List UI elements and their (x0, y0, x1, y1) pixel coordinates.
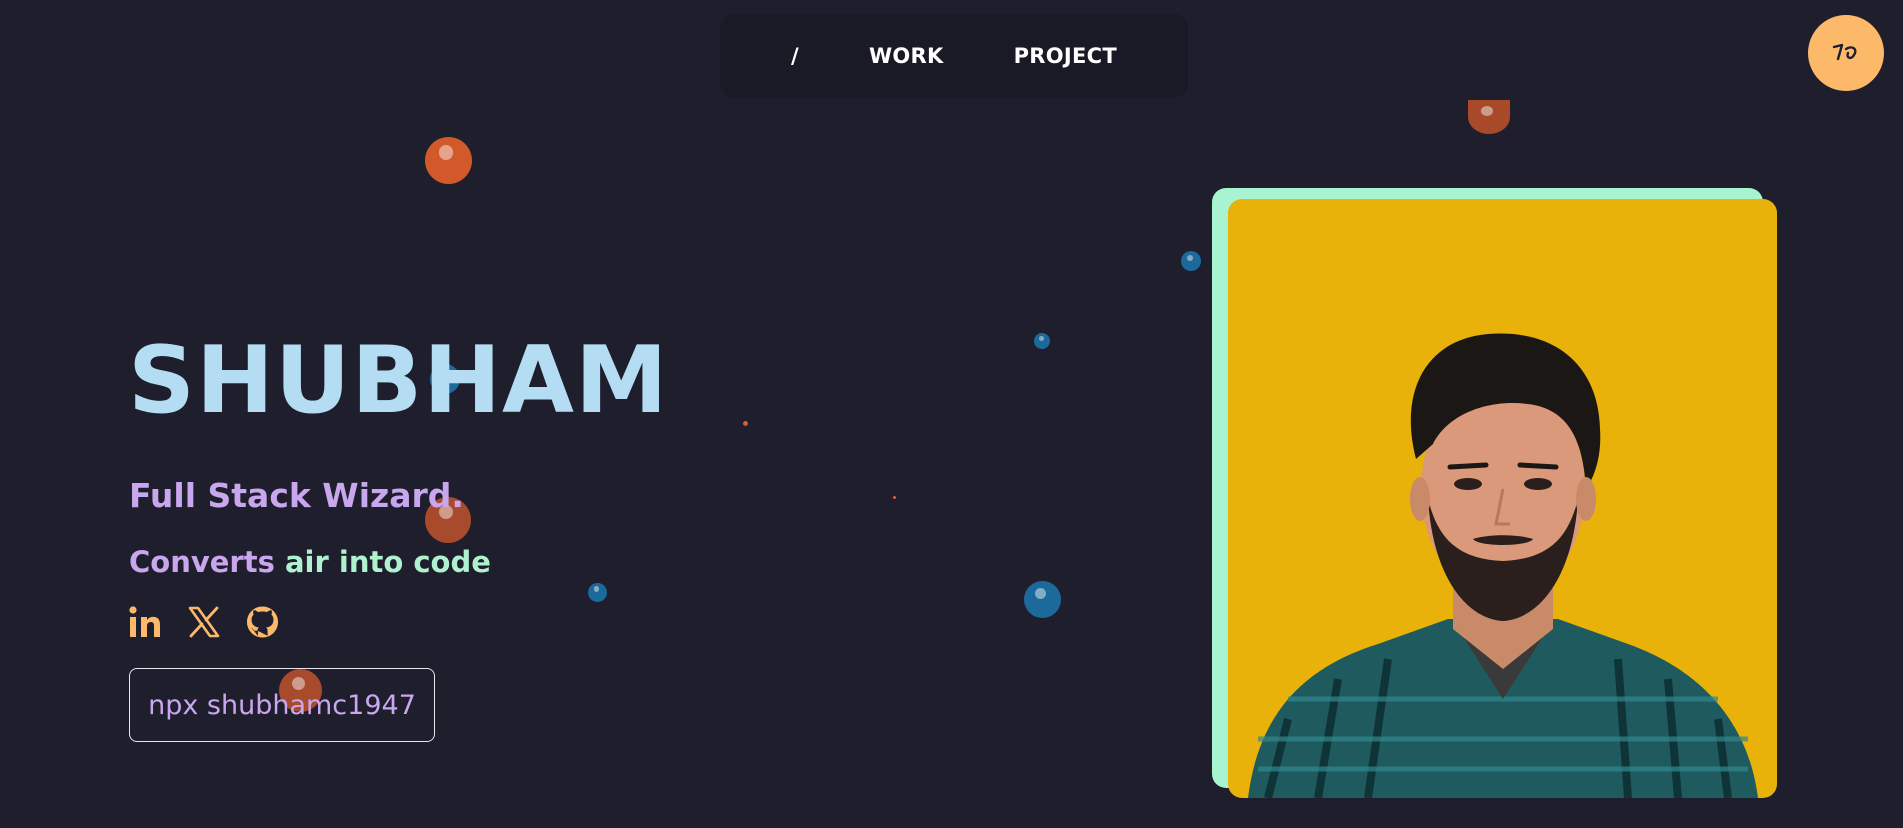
decor-ball-orange (425, 137, 472, 184)
x-icon[interactable] (186, 602, 221, 642)
top-nav: / WORK PROJECT (720, 14, 1188, 98)
nav-home-link[interactable]: / (791, 44, 799, 68)
decor-ball-orange (893, 496, 896, 499)
social-links (127, 602, 280, 642)
hero-subtitle: Converts air into code (129, 545, 491, 579)
decor-ball-blue (1181, 251, 1201, 271)
linkedin-icon[interactable] (127, 602, 162, 642)
decor-ball-blue (1034, 333, 1050, 349)
decor-ball-blue (1024, 581, 1061, 618)
decor-ball-orange (1468, 100, 1510, 134)
npx-command-button[interactable]: npx shubhamc1947 (129, 668, 435, 742)
signature-logo-icon (1832, 43, 1857, 61)
logo-button[interactable] (1808, 15, 1884, 91)
hero-tagline: Full Stack Wizard. (129, 476, 464, 515)
nav-work-link[interactable]: WORK (869, 44, 944, 68)
nav-project-link[interactable]: PROJECT (1014, 44, 1117, 68)
github-icon[interactable] (245, 602, 280, 642)
person-portrait-illustration (1248, 333, 1758, 798)
decor-ball-orange (743, 421, 748, 426)
subtitle-air-into-code: air into code (284, 545, 491, 579)
subtitle-converts: Converts (129, 545, 275, 579)
decor-ball-blue (588, 583, 607, 602)
hero-name: SHUBHAM (128, 326, 669, 434)
profile-photo (1228, 199, 1777, 798)
